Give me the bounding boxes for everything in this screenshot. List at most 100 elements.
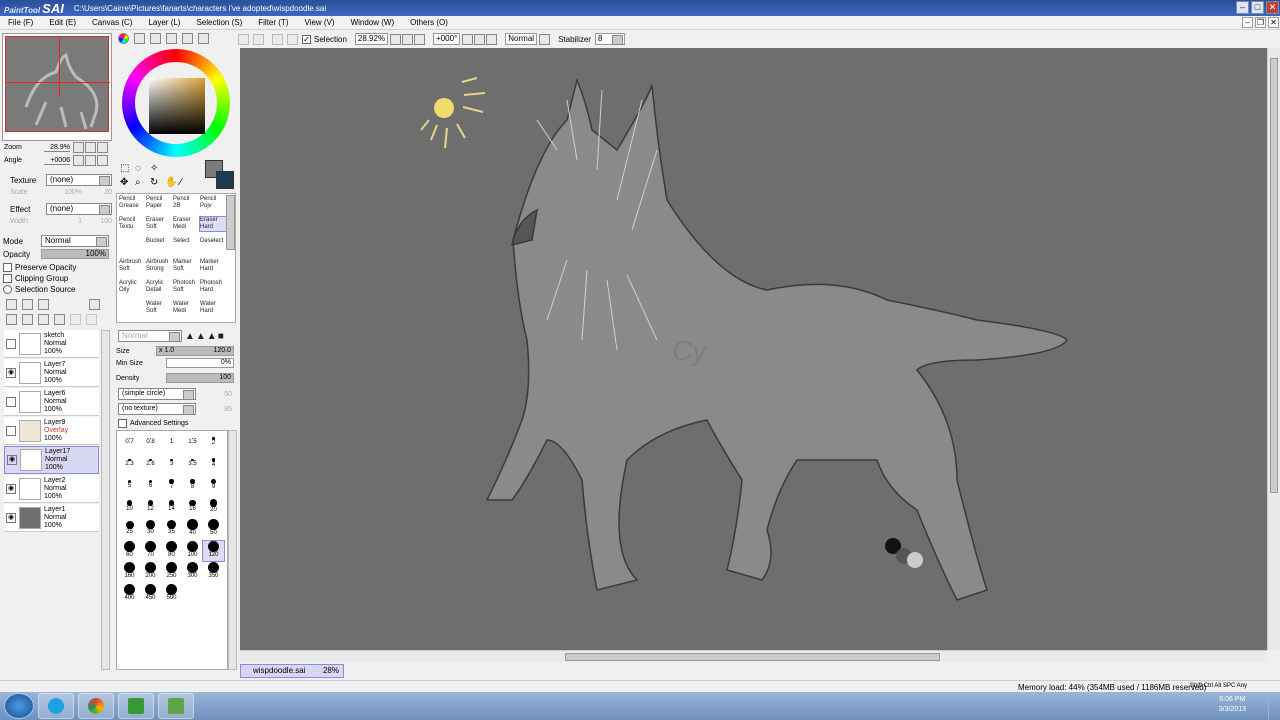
brush-tool-18[interactable]: Photosh Soft [173, 280, 200, 294]
layer-item[interactable]: Layer9 Overlay 100% [4, 417, 99, 445]
magic-wand-icon[interactable]: ✧ [150, 163, 165, 174]
brush-size-preset[interactable]: 30 [140, 519, 161, 539]
apply-mask-icon[interactable] [86, 314, 97, 325]
layer-scrollbar[interactable] [101, 330, 110, 670]
width-value[interactable]: 1 [46, 218, 82, 225]
menu-window[interactable]: Window (W) [351, 18, 403, 27]
width-number[interactable]: 100 [82, 218, 112, 225]
brush-tool-16[interactable]: Acrylic Oily [119, 280, 146, 294]
brush-texture-dropdown[interactable]: (no texture) [118, 403, 196, 415]
brush-size-preset[interactable]: 7 [161, 476, 182, 496]
scratchpad-tab-icon[interactable] [182, 33, 193, 44]
horizontal-scroll-thumb[interactable] [565, 653, 940, 661]
start-button[interactable] [4, 693, 34, 719]
maximize-button[interactable]: □ [1251, 1, 1264, 14]
brush-tool-7[interactable]: Eraser Hard [199, 216, 228, 232]
selection-toggle-checkbox[interactable]: ✓ [302, 34, 311, 44]
brush-size-preset[interactable]: 1.5 [182, 433, 203, 453]
color-wheel-tab-icon[interactable] [118, 33, 129, 44]
invert-selection-icon[interactable] [287, 33, 298, 45]
layer-item[interactable]: sketch Normal 100% [4, 330, 99, 358]
effect-dropdown[interactable]: (none) [46, 203, 112, 215]
zoom-tool-icon[interactable]: ⌕ [135, 177, 150, 188]
brush-size-preset[interactable]: 14 [161, 498, 182, 518]
layer-item[interactable]: ◉ Layer2 Normal 100% [4, 475, 99, 503]
angle-value[interactable]: +0006 [44, 157, 70, 165]
stabilizer-dropdown[interactable]: 8 [594, 33, 625, 45]
layer-mask-icon[interactable] [70, 314, 81, 325]
clipping-group-checkbox[interactable] [3, 274, 12, 283]
menu-layer[interactable]: Layer (L) [148, 18, 188, 27]
brush-size-preset[interactable]: 60 [119, 540, 140, 561]
texture-dropdown[interactable]: (none) [46, 174, 112, 186]
scale-value[interactable]: 100% [46, 189, 82, 196]
brush-size-preset[interactable]: 350 [203, 562, 224, 582]
advanced-settings-checkbox[interactable] [118, 419, 127, 428]
brush-mode-dropdown[interactable]: Normal [118, 330, 182, 342]
eyedropper-icon[interactable]: ⁄ [180, 177, 195, 188]
layer-item-selected[interactable]: ◉ Layer17 Normal 100% [4, 446, 99, 474]
brush-texture-value[interactable]: 95 [196, 406, 232, 413]
hand-tool-icon[interactable]: ✋ [165, 177, 180, 188]
brush-size-preset[interactable]: 4 [203, 455, 224, 475]
toolbar-flip-icon[interactable] [539, 33, 551, 45]
menu-canvas[interactable]: Canvas (C) [92, 18, 140, 27]
rgb-slider-tab-icon[interactable] [134, 33, 145, 44]
menu-edit[interactable]: Edit (E) [49, 18, 84, 27]
brush-size-preset[interactable]: 16 [182, 498, 203, 518]
brush-size-preset[interactable]: 25 [119, 519, 140, 539]
min-size-slider[interactable]: 0% [166, 358, 234, 368]
vertical-scroll-thumb[interactable] [1270, 58, 1278, 493]
doc-close-button[interactable]: ✕ [1268, 17, 1279, 28]
brush-tool-12[interactable]: Airbrush Soft [119, 259, 146, 273]
brush-tool-2[interactable]: Pencil 2B [173, 196, 200, 210]
brush-size-preset[interactable]: 450 [140, 583, 161, 604]
canvas[interactable]: Cy [417, 60, 1091, 638]
brush-tool-15[interactable]: Marker Hard [200, 259, 227, 273]
brush-shape-dropdown[interactable]: (simple circle) [118, 388, 196, 400]
brush-size-preset[interactable]: 2 [203, 433, 224, 453]
navigator-thumbnail[interactable] [5, 36, 110, 132]
clear-layer-icon[interactable] [38, 314, 49, 325]
brush-tool-1[interactable]: Pencil Paper [146, 196, 173, 210]
visibility-toggle-icon[interactable]: ◉ [6, 367, 16, 378]
toolbar-zoom-field[interactable]: 28.92% [354, 33, 389, 45]
size-slider[interactable]: x 1.0 120.0 [156, 346, 234, 356]
brush-size-preset[interactable]: 20 [203, 498, 224, 518]
taskbar-skype-app[interactable] [38, 693, 74, 719]
layer-item[interactable]: ◉ Layer7 Normal 100% [4, 359, 99, 387]
taskbar-evernote-app[interactable] [118, 693, 154, 719]
brush-size-preset[interactable]: 40 [182, 519, 203, 539]
brush-tool-22[interactable]: Water Medi [173, 301, 200, 315]
scale-number[interactable]: 20 [82, 189, 112, 196]
brush-size-preset[interactable]: 6 [140, 476, 161, 496]
brush-tool-3[interactable]: Pencil Pojv [200, 196, 227, 210]
sub-color-swatch[interactable] [216, 171, 234, 189]
menu-selection[interactable]: Selection (S) [196, 18, 250, 27]
visibility-toggle-icon[interactable] [6, 425, 16, 436]
close-button[interactable]: ✕ [1266, 1, 1279, 14]
undo-icon[interactable] [238, 33, 249, 45]
toolbar-zoom-reset-icon[interactable] [414, 33, 426, 45]
menu-view[interactable]: View (V) [304, 18, 342, 27]
layer-panel-toggle-icon[interactable] [89, 299, 100, 310]
size-grid-scrollbar[interactable] [228, 430, 237, 670]
brush-size-preset[interactable]: 12 [140, 498, 161, 518]
brush-size-preset[interactable]: 5 [119, 476, 140, 496]
selection-source-checkbox[interactable] [3, 285, 12, 294]
rect-select-icon[interactable]: ⬚ [120, 163, 135, 174]
toolbar-blend-mode-field[interactable]: Normal [505, 33, 538, 45]
brush-size-preset[interactable]: 100 [182, 540, 203, 561]
menu-others[interactable]: Others (O) [410, 18, 456, 27]
visibility-toggle-icon[interactable]: ◉ [6, 512, 16, 523]
canvas-area[interactable]: Cy [240, 48, 1267, 650]
brush-tool-19[interactable]: Photosh Hard [200, 280, 227, 294]
brush-size-preset[interactable]: 2.6 [140, 455, 161, 475]
brush-size-preset[interactable]: 250 [161, 562, 182, 582]
new-layer-icon[interactable] [6, 299, 17, 310]
hsv-slider-tab-icon[interactable] [150, 33, 161, 44]
file-tab[interactable]: wispdoodle.sai 28% [240, 664, 344, 678]
brush-tool-17[interactable]: Acrylic Detail [146, 280, 173, 294]
toolbar-zoom-out-icon[interactable] [390, 33, 402, 45]
brush-tool-4[interactable]: Pencil Textu [119, 217, 146, 231]
